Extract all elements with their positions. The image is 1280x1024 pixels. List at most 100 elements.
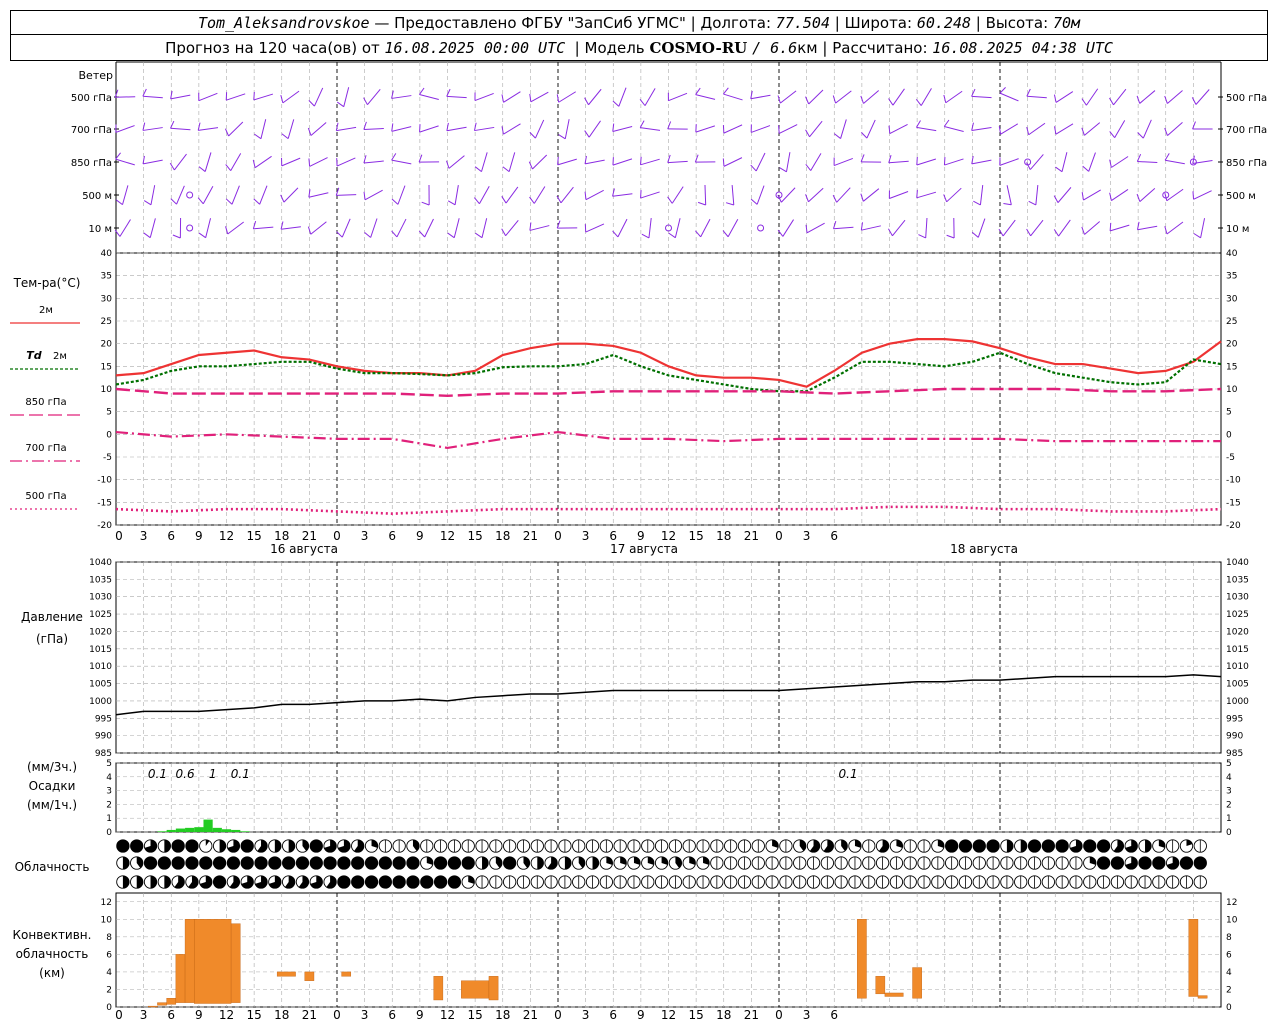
temp-xtick: 6 [167,529,175,543]
wind-barb-feather [778,125,780,134]
conv-bar [230,923,241,1003]
wind-barb [176,185,185,205]
pressure-ytick-left: 1030 [89,593,112,603]
wind-barb-feather [833,220,837,229]
pressure-ytick-left: 1015 [89,645,112,655]
wind-level-label-right: 500 гПа [1226,93,1267,104]
wind-barb [835,90,852,104]
wind-barb [1083,189,1101,201]
wind-barb [259,185,268,205]
cloud-symbol-fill [1194,856,1207,870]
conv-bar [1188,919,1199,997]
temp-xtick: 15 [467,529,482,543]
conv-bar [912,967,922,999]
wind-barb [888,160,909,164]
wind-barb [397,185,406,205]
cloud-symbol-fill [199,856,212,870]
cloud-symbol-fill [136,875,143,889]
wind-barb-feather [832,194,838,203]
wind-barb-feather [860,132,868,139]
cloud-symbol-fill [158,856,171,870]
wind-barb-feather [363,121,367,130]
wind-barb [916,191,937,199]
wind-barb-feather [475,232,483,239]
temp-ytick-right: 25 [1226,317,1237,327]
precip-bar [175,828,186,832]
conv-ytick-right: 6 [1226,950,1232,960]
wind-barb [448,155,465,169]
wind-barb-feather [1192,191,1195,200]
pressure-ytick-left: 995 [95,714,112,724]
wind-barb-feather [860,154,865,163]
wind-barb-feather [832,95,837,104]
wind-barb [1193,190,1212,200]
conv-xtick: 6 [830,1008,838,1022]
wind-barb [282,90,300,104]
wind-barb-feather [473,122,477,131]
pressure-panel-label-1: Давление [21,610,83,624]
cloud-symbol-fill [116,839,130,853]
wind-barb [202,185,214,205]
wind-barb-feather [198,232,206,239]
wind-barb [1061,152,1068,172]
wind-barb [808,187,824,203]
wind-barb [419,94,439,100]
temp-ytick-left: -20 [97,521,112,531]
wind-barb-feather [723,87,729,95]
wind-barb-feather [584,97,589,105]
wind-barb [150,185,156,205]
wind-barb [1030,219,1044,237]
cloud-symbol-fill [406,875,420,889]
wind-barb [1109,224,1130,232]
wind-barb [508,152,516,172]
wind-barb-feather [668,232,676,239]
wind-barb [892,88,905,106]
cloud-symbol-fill [986,839,1000,853]
cloud-symbol-fill [254,856,268,870]
temp-ytick-left: 40 [101,249,113,259]
cloud-symbol-fill [185,839,199,853]
wind-barb-feather [501,196,507,204]
conv-bar [433,976,444,1001]
wind-barb-feather [474,166,482,172]
temp-ytick-right: -15 [1226,498,1241,508]
cloud-symbol-fill [406,856,420,870]
wind-barb [840,119,847,139]
wind-barb [889,123,908,135]
wind-barb [1137,160,1158,164]
wind-barb [281,157,301,167]
wind-barb [336,157,356,167]
temp-ytick-right: 30 [1226,294,1238,304]
wind-barb [1035,185,1039,205]
wind-calm-marker [186,191,194,199]
pressure-ytick-left: 1020 [89,627,112,637]
wind-barb [336,126,357,132]
wind-barb-feather [612,100,620,107]
wind-barb-feather [502,166,510,172]
wind-barb [363,160,384,164]
temp-xtick: 9 [416,529,424,543]
pressure-line [115,674,1222,716]
wind-barb [149,218,156,238]
pressure-panel-label-2: (гПа) [36,632,68,646]
wind-barb [971,95,992,99]
wind-barb-feather [1109,192,1112,201]
cloud-symbol-fill [1145,839,1152,853]
cloud-symbol-fill [171,856,185,870]
conv-xtick: 21 [523,1008,538,1022]
wind-barb [723,93,743,101]
wind-barb-feather [447,200,456,206]
wind-barb [916,158,937,166]
wind-barb-feather [779,167,787,173]
cloud-symbol-fill [564,856,572,870]
legend-label: 700 гПа [25,443,66,454]
wind-barb-feather [391,123,394,132]
wind-barb-feather [697,201,706,206]
cloud-symbol-fill [448,875,461,889]
wind-barb-feather [1053,94,1057,103]
wind-barb-feather [254,133,262,140]
cloud-symbol-fill [337,875,351,889]
conv-panel-label-2: облачность [16,947,89,961]
wind-barb [1113,88,1127,106]
wind-barb [313,87,324,107]
